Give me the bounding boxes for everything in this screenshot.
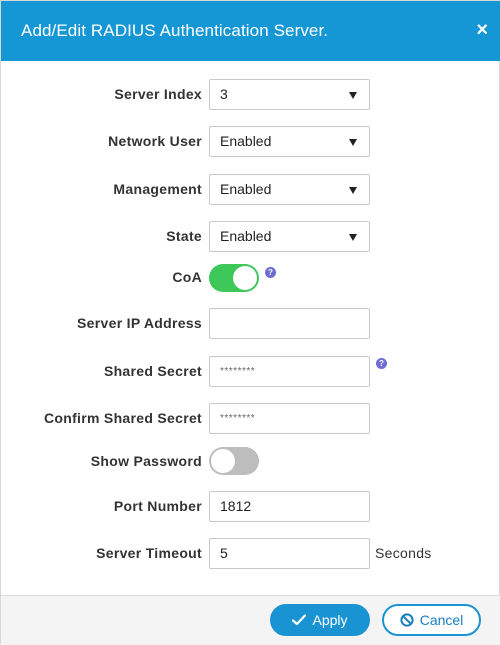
shared-secret-label: Shared Secret	[103, 363, 202, 379]
toggle-knob	[211, 449, 235, 473]
show-password-label: Show Password	[90, 453, 202, 469]
coa-label: CoA	[172, 269, 202, 285]
chevron-down-icon	[349, 139, 357, 146]
help-icon[interactable]: ?	[376, 358, 387, 369]
management-value: Enabled	[220, 181, 272, 197]
confirm-secret-input[interactable]: ********	[209, 403, 370, 434]
state-select[interactable]: Enabled	[209, 221, 370, 252]
toggle-knob	[233, 266, 257, 290]
management-label: Management	[113, 181, 202, 197]
show-password-toggle[interactable]	[209, 447, 259, 475]
management-select[interactable]: Enabled	[209, 174, 370, 205]
help-icon[interactable]: ?	[265, 267, 276, 278]
port-number-label: Port Number	[113, 498, 202, 514]
network-user-value: Enabled	[220, 133, 272, 149]
close-icon[interactable]: ×	[476, 19, 488, 41]
cancel-circle-icon	[400, 613, 414, 627]
network-user-select[interactable]: Enabled	[209, 126, 370, 157]
port-number-input[interactable]: 1812	[209, 491, 370, 522]
cancel-label: Cancel	[419, 612, 464, 628]
server-timeout-input[interactable]: 5	[209, 538, 370, 569]
chevron-down-icon	[349, 187, 357, 194]
apply-label: Apply	[312, 612, 348, 628]
cancel-button[interactable]: Cancel	[382, 604, 481, 636]
checkmark-icon	[292, 614, 307, 626]
dialog-header: Add/Edit RADIUS Authentication Server. ×	[1, 1, 500, 61]
server-timeout-label: Server Timeout	[96, 545, 202, 561]
confirm-secret-label: Confirm Shared Secret	[43, 410, 202, 426]
server-index-value: 3	[220, 86, 228, 102]
apply-button[interactable]: Apply	[270, 604, 370, 636]
shared-secret-input[interactable]: ********	[209, 356, 370, 387]
radius-server-dialog: Add/Edit RADIUS Authentication Server. ×…	[0, 0, 500, 645]
server-ip-label: Server IP Address	[77, 315, 202, 331]
server-index-select[interactable]: 3	[209, 79, 370, 110]
dialog-footer: Apply Cancel	[1, 595, 500, 645]
state-label: State	[166, 228, 202, 244]
server-ip-input[interactable]	[209, 308, 370, 339]
network-user-label: Network User	[108, 133, 202, 149]
dialog-title: Add/Edit RADIUS Authentication Server.	[21, 21, 329, 40]
timeout-unit-label: Seconds	[375, 545, 432, 561]
chevron-down-icon	[349, 92, 357, 99]
coa-toggle[interactable]	[209, 264, 259, 292]
chevron-down-icon	[349, 234, 357, 241]
server-index-label: Server Index	[114, 86, 202, 102]
state-value: Enabled	[220, 228, 272, 244]
